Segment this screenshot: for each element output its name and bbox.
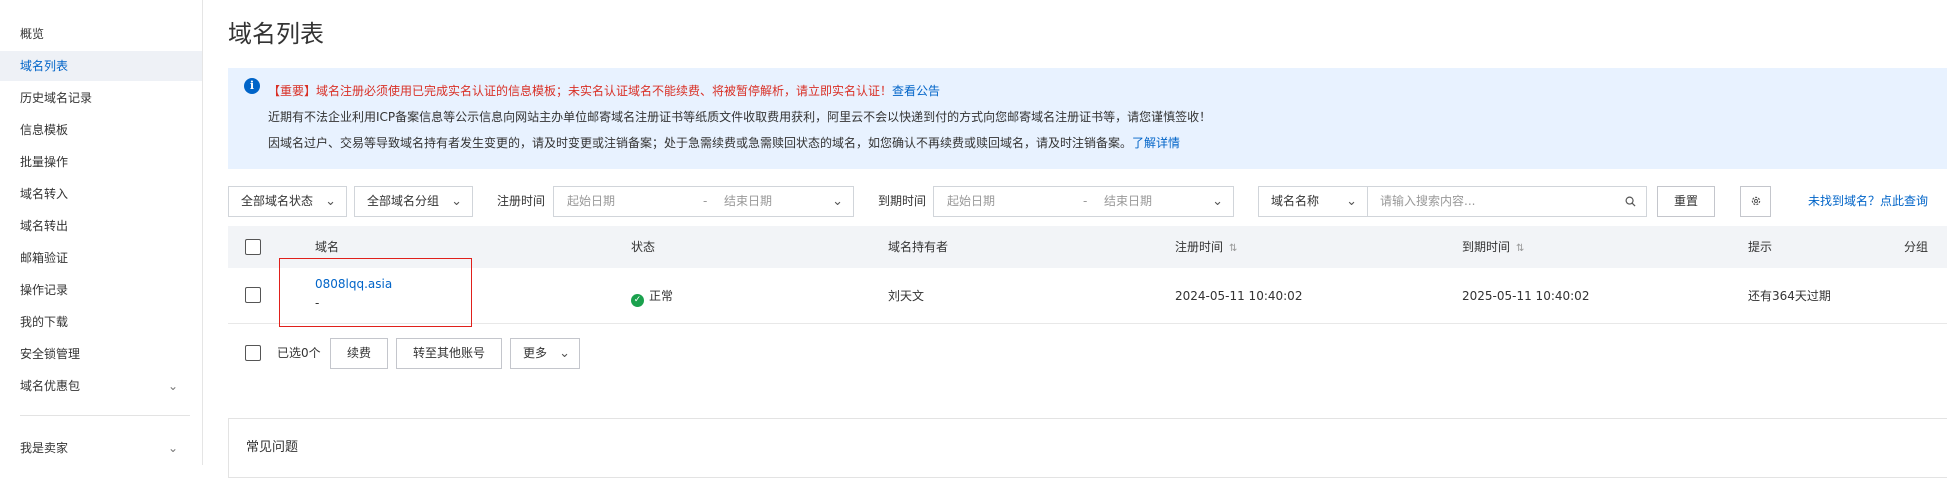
- sidebar-item-label: 域名优惠包: [20, 379, 81, 393]
- sidebar-item-label: 批量操作: [20, 155, 69, 169]
- settings-button[interactable]: [1740, 186, 1771, 217]
- sidebar-item-transfer-out[interactable]: 域名转出: [0, 211, 202, 241]
- status-cell: ✓ 正常: [631, 268, 673, 324]
- selected-count: 已选0个: [277, 346, 321, 360]
- search-field-select[interactable]: 域名名称 ⌄: [1258, 186, 1368, 217]
- chevron-down-icon: ⌄: [167, 441, 178, 455]
- exp-time-label: 到期时间: [878, 194, 927, 208]
- sidebar-item-label: 域名列表: [20, 59, 69, 73]
- notice-line-warning: 近期有不法企业利用ICP备案信息等公示信息向网站主办单位邮寄域名注册证书等纸质文…: [268, 110, 1212, 124]
- exp-start-date[interactable]: 起始日期: [947, 187, 995, 216]
- sidebar-item-label: 概览: [20, 27, 45, 41]
- status-select[interactable]: 全部域名状态 ⌄: [228, 186, 347, 217]
- sidebar-item-label: 域名转入: [20, 187, 69, 201]
- chevron-down-icon: ⌄: [451, 194, 462, 209]
- notice-line-important: 【重要】域名注册必须使用已完成实名认证的信息模板；未实名认证域名不能续费、将被暂…: [268, 82, 940, 99]
- chevron-down-icon: ⌄: [832, 194, 843, 209]
- notice-important-text: 【重要】域名注册必须使用已完成实名认证的信息模板；未实名认证域名不能续费、将被暂…: [268, 84, 893, 98]
- sidebar-item-transfer-in[interactable]: 域名转入: [0, 179, 202, 209]
- exp-end-date[interactable]: 结束日期: [1104, 187, 1152, 216]
- reg-time-label: 注册时间: [497, 194, 546, 208]
- row-checkbox[interactable]: [245, 287, 261, 303]
- sidebar-item-seller[interactable]: 我是卖家 ⌄: [0, 433, 202, 463]
- col-reg-time[interactable]: 注册时间 ⇅: [1175, 226, 1237, 270]
- sidebar-item-batch[interactable]: 批量操作: [0, 147, 202, 177]
- sidebar-item-label: 操作记录: [20, 283, 69, 297]
- sidebar-item-domain-list[interactable]: 域名列表: [0, 51, 202, 81]
- sidebar-item-label: 安全锁管理: [20, 347, 81, 361]
- notice-line-filing: 因域名过户、交易等导致域名持有者发生变更的，请及时变更或注销备案；处于急需续费或…: [268, 134, 1180, 151]
- col-holder: 域名持有者: [888, 240, 949, 254]
- col-status: 状态: [631, 240, 656, 254]
- faq-panel: 常见问题: [228, 418, 1947, 478]
- sidebar-item-history[interactable]: 历史域名记录: [0, 83, 202, 113]
- sidebar-item-security-lock[interactable]: 安全锁管理: [0, 339, 202, 369]
- faq-title: 常见问题: [246, 440, 299, 455]
- search-input[interactable]: 请输入搜索内容...: [1367, 186, 1647, 217]
- sidebar-item-label: 信息模板: [20, 123, 69, 137]
- renew-button[interactable]: 续费: [330, 338, 388, 369]
- domain-not-found-link[interactable]: 未找到域名？点此查询: [1808, 186, 1928, 217]
- col-exp-time-label: 到期时间: [1462, 240, 1511, 254]
- sidebar-item-templates[interactable]: 信息模板: [0, 115, 202, 145]
- more-button[interactable]: 更多 ⌄: [510, 338, 580, 369]
- chevron-down-icon: ⌄: [1346, 194, 1357, 209]
- check-circle-icon: ✓: [631, 294, 644, 307]
- page-title: 域名列表: [228, 20, 324, 48]
- sidebar-item-label: 我是卖家: [20, 441, 69, 455]
- sort-icon[interactable]: ⇅: [1516, 243, 1524, 254]
- sidebar: 概览 域名列表 历史域名记录 信息模板 批量操作 域名转入 域名转出 邮箱验证 …: [0, 0, 203, 465]
- col-group: 分组: [1904, 240, 1929, 254]
- search-field-value: 域名名称: [1271, 194, 1320, 208]
- col-reg-time-label: 注册时间: [1175, 240, 1224, 254]
- reset-button[interactable]: 重置: [1657, 186, 1715, 217]
- chevron-down-icon: ⌄: [167, 379, 178, 393]
- reg-time-cell: 2024-05-11 10:40:02: [1175, 289, 1303, 303]
- notice-banner: i 【重要】域名注册必须使用已完成实名认证的信息模板；未实名认证域名不能续费、将…: [228, 68, 1947, 169]
- transfer-account-button[interactable]: 转至其他账号: [396, 338, 502, 369]
- sidebar-item-discount-pack[interactable]: 域名优惠包 ⌄: [0, 371, 202, 401]
- notice-filing-text: 因域名过户、交易等导致域名持有者发生变更的，请及时变更或注销备案；处于急需续费或…: [268, 136, 1133, 150]
- sidebar-item-label: 我的下载: [20, 315, 69, 329]
- sidebar-item-email-verify[interactable]: 邮箱验证: [0, 243, 202, 273]
- sidebar-item-label: 历史域名记录: [20, 91, 93, 105]
- learn-more-link[interactable]: 了解详情: [1132, 136, 1180, 150]
- range-separator: -: [1083, 194, 1088, 208]
- select-all-checkbox[interactable]: [245, 239, 261, 255]
- status-text: 正常: [649, 289, 674, 303]
- sidebar-item-downloads[interactable]: 我的下载: [0, 307, 202, 337]
- bulk-select-checkbox[interactable]: [245, 345, 261, 361]
- sidebar-item-overview[interactable]: 概览: [0, 19, 202, 49]
- hint-cell: 还有364天过期: [1748, 289, 1831, 303]
- reg-start-date[interactable]: 起始日期: [567, 187, 615, 216]
- search-icon[interactable]: [1625, 196, 1636, 207]
- chevron-down-icon: ⌄: [1212, 194, 1223, 209]
- sort-icon[interactable]: ⇅: [1229, 243, 1237, 254]
- info-icon: i: [244, 78, 260, 94]
- table-row: 0808lqq.asia - ✓ 正常 刘天文 2024-05-11 10:40:…: [228, 268, 1947, 324]
- reg-date-range[interactable]: 起始日期 - 结束日期 ⌄: [553, 186, 854, 217]
- group-select-value: 全部域名分组: [367, 194, 440, 208]
- more-button-label: 更多: [523, 346, 548, 360]
- holder-cell: 刘天文: [888, 289, 925, 303]
- range-separator: -: [703, 194, 708, 208]
- col-hint: 提示: [1748, 240, 1773, 254]
- sidebar-item-label: 域名转出: [20, 219, 69, 233]
- exp-date-range[interactable]: 起始日期 - 结束日期 ⌄: [933, 186, 1234, 217]
- view-announcement-link[interactable]: 查看公告: [892, 84, 940, 98]
- chevron-down-icon: ⌄: [559, 346, 570, 361]
- chevron-down-icon: ⌄: [325, 194, 336, 209]
- search-placeholder: 请输入搜索内容...: [1380, 194, 1476, 208]
- sidebar-item-label: 邮箱验证: [20, 251, 69, 265]
- sidebar-divider: [20, 415, 190, 416]
- table-header: 域名 状态 域名持有者 注册时间 ⇅ 到期时间 ⇅ 提示 分组: [228, 226, 1947, 268]
- status-select-value: 全部域名状态: [241, 194, 314, 208]
- group-select[interactable]: 全部域名分组 ⌄: [354, 186, 473, 217]
- highlight-box: [279, 258, 472, 327]
- sidebar-item-operation-log[interactable]: 操作记录: [0, 275, 202, 305]
- exp-time-cell: 2025-05-11 10:40:02: [1462, 289, 1590, 303]
- col-exp-time[interactable]: 到期时间 ⇅: [1462, 226, 1524, 270]
- reg-end-date[interactable]: 结束日期: [724, 187, 772, 216]
- gear-icon: [1751, 196, 1760, 206]
